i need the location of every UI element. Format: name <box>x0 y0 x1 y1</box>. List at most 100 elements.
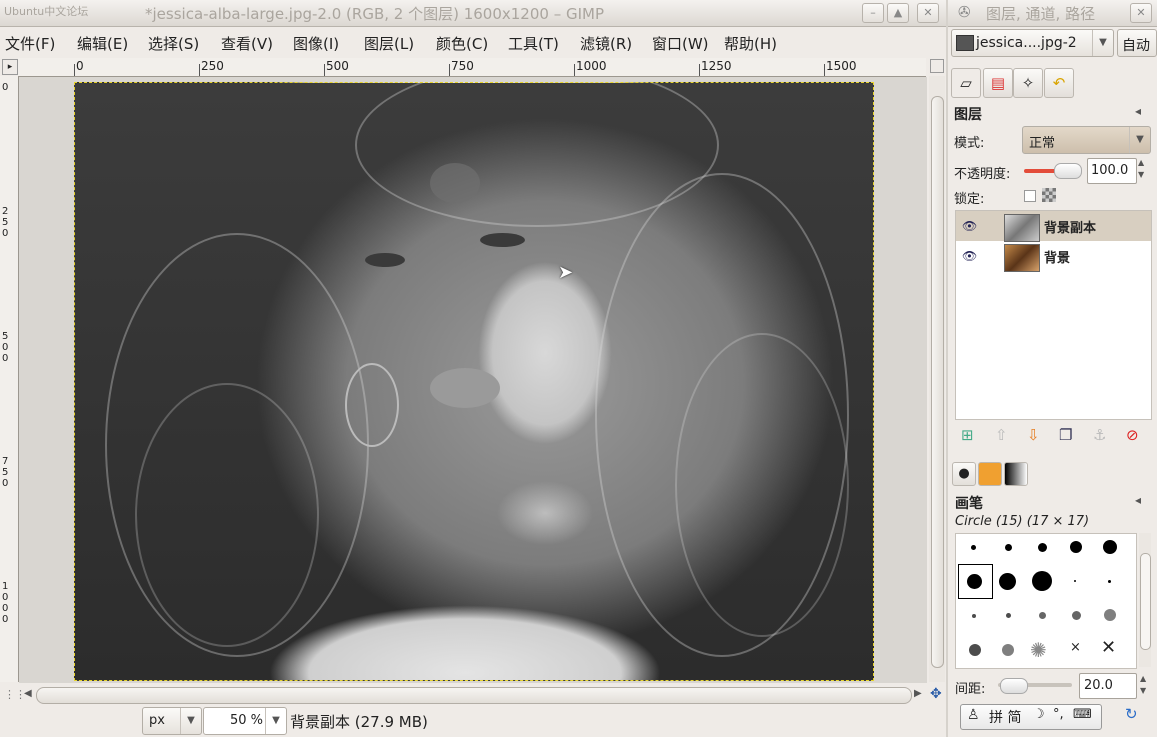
menu-colors[interactable]: 颜色(C) <box>436 33 488 54</box>
raise-layer-icon[interactable]: ⇧ <box>995 426 1008 444</box>
unit-select[interactable]: px ▼ <box>142 707 202 735</box>
vertical-scrollbar[interactable] <box>929 76 945 682</box>
image-selector[interactable]: jessica....jpg-2 ▼ <box>951 29 1114 57</box>
menu-edit[interactable]: 编辑(E) <box>77 33 128 54</box>
minimize-icon[interactable]: – <box>862 3 884 23</box>
refresh-icon[interactable]: ↻ <box>1125 705 1138 723</box>
image-thumbnail-icon <box>956 35 974 51</box>
eye-icon[interactable]: 👁 <box>962 249 977 263</box>
brush-item <box>1103 540 1117 554</box>
new-layer-icon[interactable]: ⊞ <box>961 426 974 444</box>
chevron-down-icon: ▼ <box>265 708 286 734</box>
ime-toolbar[interactable]: ♙ 拼 简 ☽ °, ⌨ <box>960 704 1102 730</box>
brush-item <box>1074 580 1076 582</box>
menubar: 文件(F) 编辑(E) 选择(S) 查看(V) 图像(I) 图层(L) 颜色(C… <box>0 28 946 56</box>
panel-menu-icon[interactable]: ◂ <box>1135 104 1141 118</box>
layer-name[interactable]: 背景 <box>1044 247 1070 266</box>
patterns-tab-icon[interactable] <box>978 462 1002 486</box>
navigate-icon[interactable]: ⋮⋮ <box>4 688 26 701</box>
menu-select[interactable]: 选择(S) <box>148 33 199 54</box>
lock-alpha-icon[interactable] <box>1042 188 1056 202</box>
opacity-label: 不透明度: <box>954 167 1011 182</box>
layer-name[interactable]: 背景副本 <box>1044 217 1096 236</box>
brush-item <box>967 574 982 589</box>
unit-value: px <box>149 713 165 728</box>
menu-help[interactable]: 帮助(H) <box>724 33 777 54</box>
lock-label: 锁定: <box>954 192 985 207</box>
penguin-icon: ♙ <box>967 707 980 723</box>
navigation-icon[interactable]: ✥ <box>930 686 942 702</box>
spacing-slider-handle[interactable] <box>1000 678 1028 694</box>
layer-row[interactable]: 👁 背景 <box>956 241 1151 272</box>
image-selector-value: jessica....jpg-2 <box>976 35 1077 51</box>
brush-scrollbar[interactable] <box>1139 533 1151 667</box>
chevron-down-icon: ▼ <box>1129 127 1150 153</box>
keyboard-icon[interactable]: ⌨ <box>1073 707 1092 722</box>
ruler-label: 1000 <box>2 581 9 625</box>
zoom-select[interactable]: 50 % ▼ <box>203 707 287 735</box>
layer-thumbnail <box>1004 214 1040 242</box>
brush-grid[interactable]: ✺ × ✕ <box>955 533 1137 669</box>
ruler-label: 0 <box>76 59 84 73</box>
maximize-icon[interactable]: ▲ <box>887 3 909 23</box>
mode-select[interactable]: 正常 ▼ <box>1022 126 1151 154</box>
duplicate-layer-icon[interactable]: ❐ <box>1059 426 1072 444</box>
panel-menu-icon[interactable]: ◂ <box>1135 493 1141 507</box>
undo-history-tab-icon[interactable]: ↶ <box>1044 68 1074 98</box>
close-icon[interactable]: ✕ <box>1130 3 1152 23</box>
brushes-tab-icon[interactable]: ● <box>952 462 976 486</box>
auto-button[interactable]: 自动 <box>1117 29 1157 57</box>
dock-titlebar[interactable]: ✇ 图层, 通道, 路径 ✕ <box>948 0 1157 27</box>
opacity-field[interactable]: 100.0 <box>1087 158 1137 184</box>
scroll-right-icon[interactable]: ▶ <box>914 688 922 699</box>
dock-tabs: ▱ ▤ ✧ ↶ <box>948 65 1157 99</box>
chevron-down-icon: ▼ <box>1092 30 1113 56</box>
menu-view[interactable]: 查看(V) <box>221 33 273 54</box>
brush-item <box>1039 612 1046 619</box>
menu-file[interactable]: 文件(F) <box>5 33 55 54</box>
close-icon[interactable]: ✕ <box>917 3 939 23</box>
opacity-slider-handle[interactable] <box>1054 163 1082 179</box>
layers-list[interactable]: 👁 背景副本 👁 背景 <box>955 210 1152 420</box>
layers-tab-icon[interactable]: ▱ <box>951 68 981 98</box>
lower-layer-icon[interactable]: ⇩ <box>1027 426 1040 444</box>
menu-windows[interactable]: 窗口(W) <box>652 33 709 54</box>
menu-image[interactable]: 图像(I) <box>293 33 339 54</box>
ruler-label: 750 <box>2 456 9 489</box>
lock-pixels-checkbox[interactable] <box>1024 190 1036 202</box>
image-canvas[interactable] <box>74 82 874 681</box>
scroll-left-icon[interactable]: ◀ <box>24 688 32 699</box>
spin-arrows-icon[interactable]: ▲ ▼ <box>1140 673 1146 697</box>
horizontal-scrollbar[interactable] <box>36 687 912 704</box>
brush-name: Circle (15) (17 × 17) <box>955 514 1090 529</box>
spacing-field[interactable]: 20.0 <box>1079 673 1137 699</box>
delete-layer-icon[interactable]: ⊘ <box>1126 426 1139 444</box>
image-window-titlebar[interactable]: Ubuntu中文论坛 *jessica-alba-large.jpg-2.0 (… <box>0 0 946 27</box>
opacity-value: 100.0 <box>1091 163 1129 178</box>
chevron-down-icon: ▼ <box>180 708 201 734</box>
menu-filters[interactable]: 滤镜(R) <box>580 33 632 54</box>
layer-row-selected[interactable]: 👁 背景副本 <box>956 211 1151 242</box>
paths-tab-icon[interactable]: ✧ <box>1013 68 1043 98</box>
quick-mask-menu-icon[interactable]: ▸ <box>2 59 18 75</box>
zoom-to-fit-icon[interactable] <box>930 59 944 73</box>
layers-button-bar: ⊞ ⇧ ⇩ ❐ ⚓ ⊘ <box>955 424 1150 448</box>
dock-menu-icon[interactable]: ✇ <box>958 3 971 21</box>
brush-item <box>1072 611 1081 620</box>
brush-item <box>999 573 1016 590</box>
menu-layer[interactable]: 图层(L) <box>364 33 414 54</box>
vertical-ruler[interactable]: 0 250 500 750 1000 <box>0 76 19 682</box>
brush-item <box>1070 541 1082 553</box>
gradients-tab-icon[interactable] <box>1004 462 1028 486</box>
zoom-value: 50 % <box>230 713 264 728</box>
ruler-label: 750 <box>451 59 474 73</box>
eye-icon[interactable]: 👁 <box>962 219 977 233</box>
spin-arrows-icon[interactable]: ▲ ▼ <box>1138 157 1144 181</box>
punctuation-icon[interactable]: °, <box>1053 707 1064 722</box>
ime-label: 拼 简 <box>989 710 1022 726</box>
moon-icon[interactable]: ☽ <box>1033 707 1045 722</box>
menu-tools[interactable]: 工具(T) <box>508 33 559 54</box>
channels-tab-icon[interactable]: ▤ <box>983 68 1013 98</box>
anchor-layer-icon[interactable]: ⚓ <box>1093 426 1106 444</box>
horizontal-ruler[interactable]: 0 250 500 750 1000 1250 1500 <box>18 58 926 77</box>
